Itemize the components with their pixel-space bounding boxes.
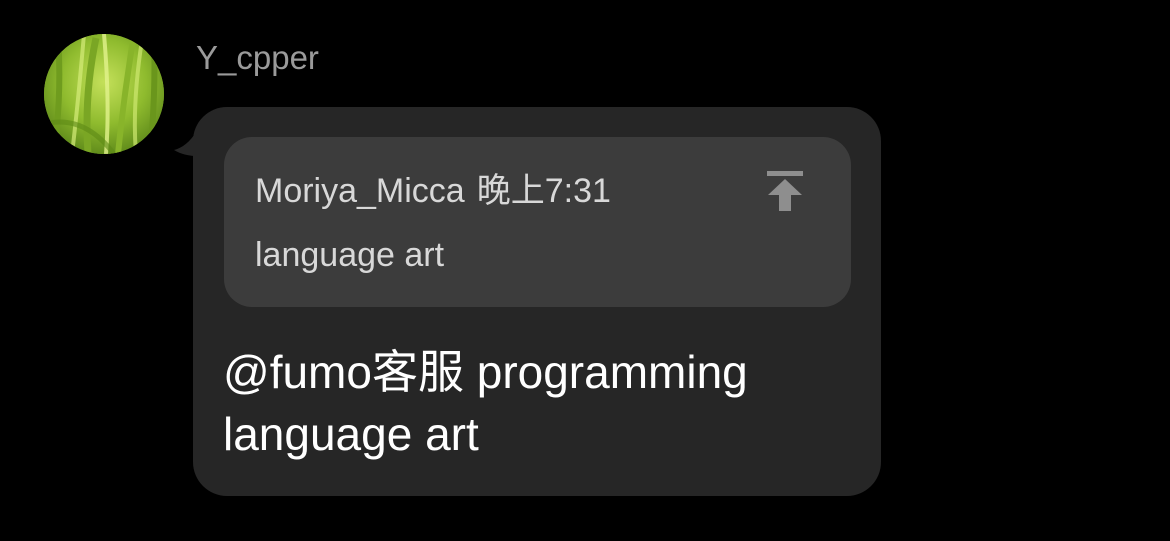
quote-time: 晚上7:31: [476, 172, 611, 210]
message-text: @fumo客服 programming language art: [223, 341, 851, 465]
message-bubble[interactable]: Moriya_Micca 晚上7:31 language art @fumo客服 …: [193, 107, 881, 496]
message-text-line: @fumo客服 programming: [223, 346, 748, 398]
grass-photo-avatar-icon: [44, 34, 164, 154]
quoted-message[interactable]: Moriya_Micca 晚上7:31 language art: [224, 137, 851, 307]
sender-avatar[interactable]: [44, 34, 164, 154]
message-text-line: language art: [223, 408, 479, 460]
quote-text: language art: [255, 236, 445, 274]
quote-author: Moriya_Micca: [255, 172, 465, 210]
sender-name[interactable]: Y_cpper: [196, 38, 319, 78]
quote-header: Moriya_Micca 晚上7:31: [255, 169, 611, 213]
jump-to-original-icon[interactable]: [764, 169, 806, 213]
